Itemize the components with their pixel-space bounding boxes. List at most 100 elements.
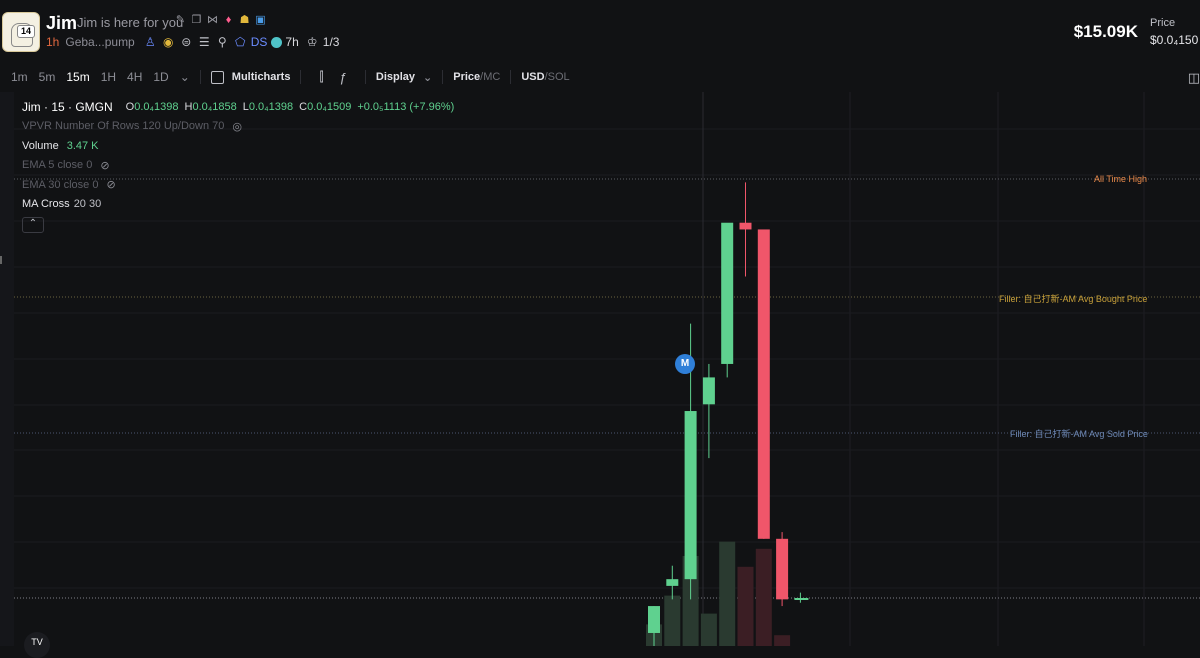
fire-icon[interactable]: ♦ [223,15,234,26]
price-value: $0.0₄150 [1150,33,1199,47]
ds-label[interactable]: DS [251,35,268,49]
timeframe-5m[interactable]: 5m [39,70,56,84]
timeframe-1h[interactable]: 1H [101,70,116,84]
user-icon[interactable]: ♙ [143,35,158,49]
change-value: +0.0₅1113 (+7.96%) [357,100,455,113]
multicharts-label: Multicharts [231,71,291,83]
search-icon[interactable]: ⚲ [215,35,230,49]
twitter-age: 7h [285,35,299,49]
multicharts-toggle[interactable]: Multicharts [210,70,291,84]
header-actions: ✎ ❐ ⋈ ♦ ☗ ▣ [175,15,266,26]
avg-bought-label: Filler: 自己打新-AM Avg Bought Price [999,294,1148,304]
community-icon[interactable]: ☗ [239,15,250,26]
copy-icon[interactable]: ❐ [191,15,202,26]
divider [199,70,201,84]
hide-eye-icon[interactable]: ⊘ [106,178,115,191]
high-value: 0.0₄1858 [192,100,237,113]
share-icon[interactable]: ⋈ [207,15,218,26]
telegram-icon[interactable]: ▣ [255,15,266,26]
display-menu[interactable]: Display ⌄ [376,71,432,84]
display-label: Display [375,71,416,83]
price-label: Price [1150,17,1176,29]
twitter-icon[interactable] [271,36,283,48]
currency-toggle[interactable]: USD / SOL [521,71,569,83]
candle-body [702,377,715,405]
candle-type-icon[interactable]: ⫿ [319,69,323,85]
token-meta-row: 1h Geba...pump ♙ ◉ ⊜ ☰ ⚲ ⬠ DS 7h ♔ 1/3 [46,35,345,49]
avatar-badge: 14 [17,25,36,38]
candle-body [757,229,770,539]
volume-bar [664,595,681,646]
token-avatar[interactable]: 14 [2,12,40,52]
token-header: 14 Jim Jim is here for you ✎ ❐ ⋈ ♦ ☗ ▣ 1… [0,0,1200,62]
timeframe-1d[interactable]: 1D [153,70,168,84]
chart-toolbar: 1m 5m 15m 1H 4H 1D ⌄ Multicharts ⫿ ƒ Dis… [0,64,1200,90]
timeframe-4h[interactable]: 4H [127,70,142,84]
avg-sold-label: Filler: 自己打新-AM Avg Sold Price [1010,429,1148,439]
ema5-label: EMA 5 close 0 [22,159,93,172]
volume-bar [755,548,772,646]
ema30-label: EMA 30 close 0 [22,178,99,191]
close-key: C [299,100,308,113]
website-icon[interactable]: ⊜ [179,35,194,49]
camera-icon[interactable]: ◫ [1188,70,1200,86]
chevron-down-icon: ⌄ [423,71,433,84]
high-key: H [184,100,193,113]
volume-bar [737,566,754,646]
multicharts-checkbox[interactable] [210,70,224,84]
divider [364,70,366,84]
candle-body [666,579,679,586]
hide-eye-icon[interactable]: ⊘ [100,159,109,172]
ath-label: All Time High [1094,174,1148,184]
volume-bar [700,613,717,646]
ohlc-row: Jim · 15 · GMGN O 0.0₄1398 H 0.0₄1858 L 0.0… [22,97,454,117]
usd-option[interactable]: USD [521,71,544,83]
price-mc-toggle[interactable]: Price / MC [453,71,500,83]
candle-body [794,598,809,600]
contract-address[interactable]: Geba...pump [65,35,134,49]
vpvr-row[interactable]: VPVR Number Of Rows 120 Up/Down 70 ◎ [22,117,454,137]
divider [442,70,444,84]
price-option[interactable]: Price [453,71,480,83]
candle-body [684,411,697,580]
ma-cross-label: MA Cross [22,198,70,211]
sol-option[interactable]: SOL [548,71,570,83]
tradingview-logo: TV [24,632,50,658]
collapse-legend-button[interactable]: ⌃ [22,217,44,233]
migration-marker[interactable]: M [675,354,695,374]
ma-cross-row[interactable]: MA Cross 20 30 [22,195,454,215]
dexscreener-icon[interactable]: ⬠ [233,35,248,49]
volume-bar [774,635,791,646]
close-value: 0.0₄1509 [307,100,352,113]
open-key: O [125,100,135,113]
candle-body [648,606,660,633]
ema30-row[interactable]: EMA 30 close 0 ⊘ [22,175,454,195]
vpvr-label: VPVR Number Of Rows 120 Up/Down 70 [22,120,225,133]
divider [510,70,512,84]
indicators-icon[interactable]: ƒ [340,70,347,85]
volume-value: 3.47 K [66,139,99,152]
open-value: 0.0₄1398 [134,100,179,113]
mc-option[interactable]: MC [483,71,500,83]
holder-ratio: 1/3 [322,35,340,49]
market-cap: $15.09K [1073,22,1138,41]
chart-legend: Jim · 15 · GMGN O 0.0₄1398 H 0.0₄1858 L 0.0… [22,97,454,233]
candle-body [739,222,752,230]
candle-body [776,538,789,600]
ema5-row[interactable]: EMA 5 close 0 ⊘ [22,156,454,176]
volume-bar [719,541,736,646]
timeframe-1m[interactable]: 1m [11,70,28,84]
volume-label: Volume [22,139,59,152]
divider [300,70,302,84]
chevron-down-icon[interactable]: ⌄ [180,70,190,84]
timeframe-15m[interactable]: 15m [66,70,89,84]
low-value: 0.0₄1398 [248,100,294,113]
candle-body [721,222,734,364]
edit-icon[interactable]: ✎ [175,15,186,26]
symbol-title: Jim · 15 · GMGN [22,99,113,114]
token-age: 1h [46,35,60,49]
notes-icon[interactable]: ☰ [197,35,212,49]
hide-eye-icon[interactable]: ◎ [232,120,242,133]
warning-icon[interactable]: ◉ [161,35,176,49]
volume-row[interactable]: Volume 3.47 K [22,136,454,156]
